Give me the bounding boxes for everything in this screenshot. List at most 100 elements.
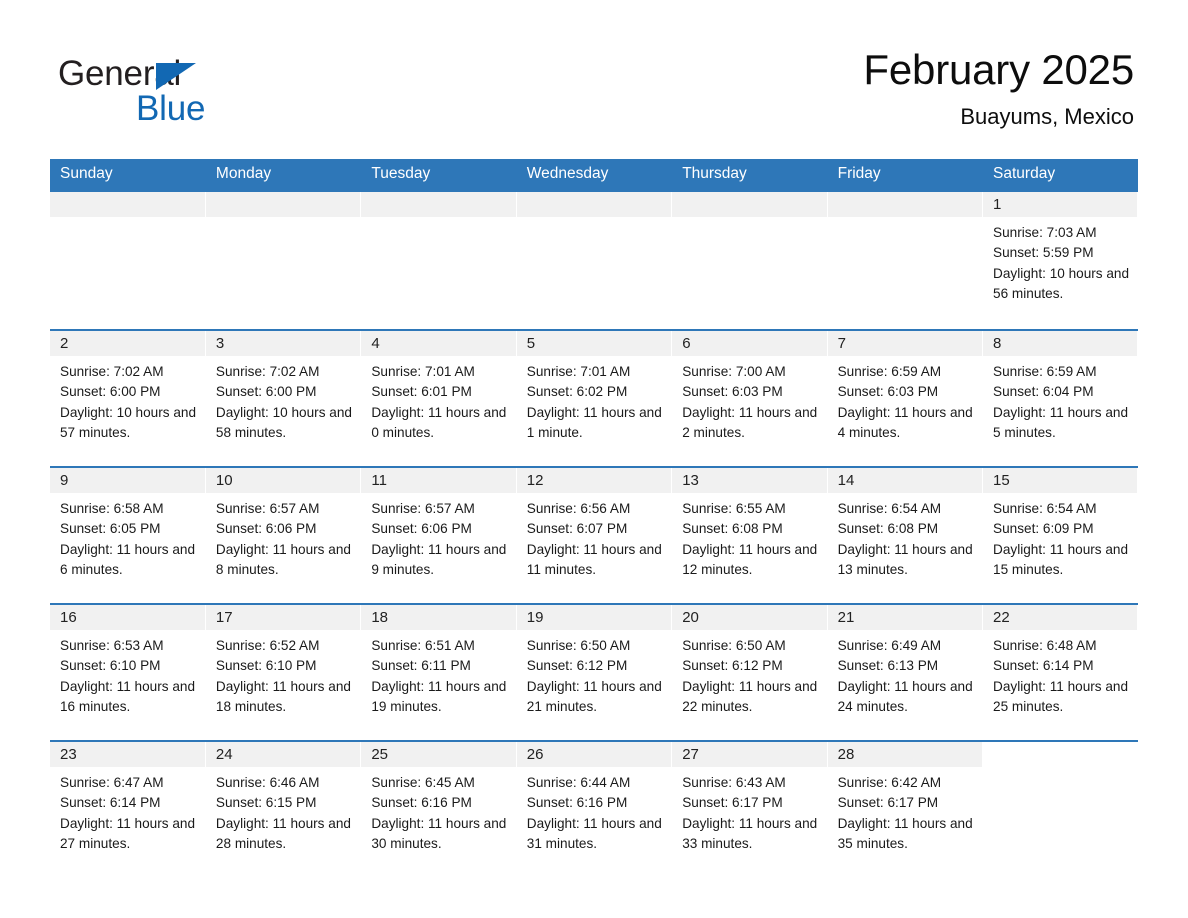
calendar-day-cell[interactable]: 20 Sunrise: 6:50 AM Sunset: 6:12 PM Dayligh…: [671, 603, 828, 741]
calendar-cell-empty: [50, 190, 206, 330]
sunset-text: Sunset: 5:59 PM: [993, 245, 1094, 261]
sunrise-text: Sunrise: 6:53 AM: [60, 638, 164, 653]
day-number: 22: [983, 605, 1138, 630]
daylight-text: Daylight: 11 hours and 12 minutes.: [682, 541, 818, 577]
calendar-day-cell[interactable]: 18 Sunrise: 6:51 AM Sunset: 6:11 PM Dayligh…: [360, 603, 517, 741]
sunset-text: Sunset: 6:09 PM: [993, 521, 1094, 537]
day-sun-info: Sunrise: 7:03 AM Sunset: 5:59 PM Daylight:…: [983, 217, 1137, 304]
sunset-text: Sunset: 6:10 PM: [215, 658, 317, 674]
daylight-text: Daylight: 11 hours and 35 minutes.: [837, 815, 973, 851]
daylight-text: Daylight: 11 hours and 6 minutes.: [60, 541, 196, 577]
sunset-text: Sunset: 6:00 PM: [215, 384, 317, 400]
sunrise-text: Sunrise: 6:52 AM: [215, 638, 320, 653]
sunset-text: Sunset: 6:14 PM: [60, 795, 161, 811]
day-number: 26: [516, 742, 672, 767]
sunrise-text: Sunrise: 6:50 AM: [526, 638, 631, 653]
sunrise-text: Sunrise: 7:00 AM: [682, 364, 786, 379]
sunrise-text: Sunrise: 7:03 AM: [993, 225, 1097, 240]
calendar-body: 1 Sunrise: 7:03 AM Sunset: 5:59 PM Daylight…: [50, 190, 1139, 877]
day-number: 12: [516, 468, 672, 493]
calendar-day-cell[interactable]: 1 Sunrise: 7:03 AM Sunset: 5:59 PM Daylight…: [982, 190, 1139, 330]
sunset-text: Sunset: 6:07 PM: [526, 521, 628, 537]
calendar-week-row: 9 Sunrise: 6:58 AM Sunset: 6:05 PM Daylight…: [50, 466, 1139, 604]
day-sun-info: Sunrise: 7:02 AM Sunset: 6:00 PM Daylight:…: [50, 356, 205, 443]
calendar-day-cell[interactable]: 10 Sunrise: 6:57 AM Sunset: 6:06 PM Dayligh…: [205, 466, 362, 604]
logo-triangle-icon: [156, 63, 196, 90]
calendar-day-cell[interactable]: 8 Sunrise: 6:59 AM Sunset: 6:04 PM Daylight…: [982, 329, 1139, 467]
sunset-text: Sunset: 6:05 PM: [60, 521, 161, 537]
day-number: 25: [361, 742, 516, 767]
sunrise-text: Sunrise: 6:44 AM: [526, 775, 631, 790]
calendar-header-row: Sunday Monday Tuesday Wednesday Thursday…: [50, 159, 1139, 191]
day-number-band: [50, 192, 205, 217]
day-sun-info: Sunrise: 6:49 AM Sunset: 6:13 PM Daylight:…: [828, 630, 982, 717]
calendar-day-cell[interactable]: 19 Sunrise: 6:50 AM Sunset: 6:12 PM Dayligh…: [516, 603, 673, 741]
sunset-text: Sunset: 6:01 PM: [371, 384, 472, 400]
day-sun-info: Sunrise: 6:54 AM Sunset: 6:09 PM Daylight:…: [983, 493, 1137, 580]
calendar-day-cell[interactable]: 3 Sunrise: 7:02 AM Sunset: 6:00 PM Daylight…: [205, 329, 362, 467]
weekday-header-tuesday: Tuesday: [360, 159, 517, 191]
calendar-day-cell[interactable]: 21 Sunrise: 6:49 AM Sunset: 6:13 PM Dayligh…: [827, 603, 984, 741]
sunrise-text: Sunrise: 6:59 AM: [993, 364, 1097, 379]
sunset-text: Sunset: 6:03 PM: [682, 384, 783, 400]
calendar-day-cell[interactable]: 14 Sunrise: 6:54 AM Sunset: 6:08 PM Dayligh…: [827, 466, 984, 604]
sunset-text: Sunset: 6:16 PM: [526, 795, 628, 811]
sunrise-text: Sunrise: 6:47 AM: [60, 775, 164, 790]
calendar-day-cell[interactable]: 9 Sunrise: 6:58 AM Sunset: 6:05 PM Daylight…: [50, 466, 206, 604]
sunset-text: Sunset: 6:16 PM: [371, 795, 472, 811]
calendar-day-cell[interactable]: 26 Sunrise: 6:44 AM Sunset: 6:16 PM Dayligh…: [516, 740, 673, 877]
calendar-day-cell[interactable]: 6 Sunrise: 7:00 AM Sunset: 6:03 PM Daylight…: [671, 329, 828, 467]
calendar-day-cell[interactable]: 7 Sunrise: 6:59 AM Sunset: 6:03 PM Daylight…: [827, 329, 984, 467]
day-number-band: [827, 192, 983, 217]
day-sun-info: Sunrise: 6:47 AM Sunset: 6:14 PM Daylight:…: [50, 767, 205, 854]
sunset-text: Sunset: 6:02 PM: [526, 384, 628, 400]
day-number: 27: [672, 742, 827, 767]
sunset-text: Sunset: 6:11 PM: [371, 658, 471, 674]
daylight-text: Daylight: 10 hours and 58 minutes.: [215, 404, 352, 440]
sunrise-text: Sunrise: 6:56 AM: [526, 501, 631, 516]
calendar-day-cell[interactable]: 22 Sunrise: 6:48 AM Sunset: 6:14 PM Dayligh…: [982, 603, 1139, 741]
sunrise-text: Sunrise: 6:57 AM: [215, 501, 320, 516]
sunrise-text: Sunrise: 6:46 AM: [215, 775, 320, 790]
sunset-text: Sunset: 6:08 PM: [837, 521, 939, 537]
calendar-day-cell[interactable]: 16 Sunrise: 6:53 AM Sunset: 6:10 PM Dayligh…: [50, 603, 206, 741]
daylight-text: Daylight: 11 hours and 8 minutes.: [215, 541, 351, 577]
day-sun-info: Sunrise: 6:56 AM Sunset: 6:07 PM Daylight:…: [517, 493, 671, 580]
calendar-day-cell[interactable]: 24 Sunrise: 6:46 AM Sunset: 6:15 PM Dayligh…: [205, 740, 362, 877]
sunrise-text: Sunrise: 7:02 AM: [215, 364, 320, 379]
calendar-day-cell[interactable]: 4 Sunrise: 7:01 AM Sunset: 6:01 PM Daylight…: [360, 329, 517, 467]
calendar-week-row: 2 Sunrise: 7:02 AM Sunset: 6:00 PM Daylight…: [50, 329, 1139, 467]
day-sun-info: Sunrise: 7:00 AM Sunset: 6:03 PM Daylight:…: [672, 356, 826, 443]
day-number: 7: [827, 331, 983, 356]
daylight-text: Daylight: 11 hours and 33 minutes.: [682, 815, 818, 851]
general-blue-logo[interactable]: General Blue: [58, 54, 258, 134]
calendar-day-cell[interactable]: 2 Sunrise: 7:02 AM Sunset: 6:00 PM Daylight…: [50, 329, 206, 467]
sunrise-text: Sunrise: 6:59 AM: [837, 364, 942, 379]
calendar-cell-empty: [360, 190, 517, 330]
day-number: 3: [205, 331, 361, 356]
sunset-text: Sunset: 6:13 PM: [837, 658, 939, 674]
day-number: 24: [205, 742, 361, 767]
calendar-day-cell[interactable]: 15 Sunrise: 6:54 AM Sunset: 6:09 PM Dayligh…: [982, 466, 1139, 604]
calendar-week-row: 23 Sunrise: 6:47 AM Sunset: 6:14 PM Dayligh…: [50, 740, 1139, 877]
calendar-day-cell[interactable]: 27 Sunrise: 6:43 AM Sunset: 6:17 PM Dayligh…: [671, 740, 828, 877]
day-number: 13: [672, 468, 827, 493]
calendar-page: General Blue February 2025 Buayums, Mexi…: [0, 0, 1188, 918]
day-sun-info: Sunrise: 6:42 AM Sunset: 6:17 PM Daylight:…: [828, 767, 982, 854]
calendar-day-cell[interactable]: 11 Sunrise: 6:57 AM Sunset: 6:06 PM Dayligh…: [360, 466, 517, 604]
sunrise-text: Sunrise: 6:57 AM: [371, 501, 475, 516]
day-number: 4: [361, 331, 516, 356]
daylight-text: Daylight: 11 hours and 13 minutes.: [837, 541, 973, 577]
calendar-day-cell[interactable]: 17 Sunrise: 6:52 AM Sunset: 6:10 PM Dayligh…: [205, 603, 362, 741]
calendar-day-cell[interactable]: 13 Sunrise: 6:55 AM Sunset: 6:08 PM Dayligh…: [671, 466, 828, 604]
calendar-day-cell[interactable]: 5 Sunrise: 7:01 AM Sunset: 6:02 PM Daylight…: [516, 329, 673, 467]
calendar-cell-empty: [205, 190, 362, 330]
page-subtitle-location: Buayums, Mexico: [960, 104, 1134, 129]
calendar-day-cell[interactable]: 28 Sunrise: 6:42 AM Sunset: 6:17 PM Dayligh…: [827, 740, 984, 877]
calendar-day-cell[interactable]: 12 Sunrise: 6:56 AM Sunset: 6:07 PM Dayligh…: [516, 466, 673, 604]
calendar-day-cell[interactable]: 23 Sunrise: 6:47 AM Sunset: 6:14 PM Dayligh…: [50, 740, 206, 877]
calendar-day-cell[interactable]: 25 Sunrise: 6:45 AM Sunset: 6:16 PM Dayligh…: [360, 740, 517, 877]
weekday-header-friday: Friday: [827, 159, 984, 191]
day-sun-info: Sunrise: 7:02 AM Sunset: 6:00 PM Daylight:…: [206, 356, 360, 443]
day-sun-info: Sunrise: 6:59 AM Sunset: 6:04 PM Daylight:…: [983, 356, 1137, 443]
